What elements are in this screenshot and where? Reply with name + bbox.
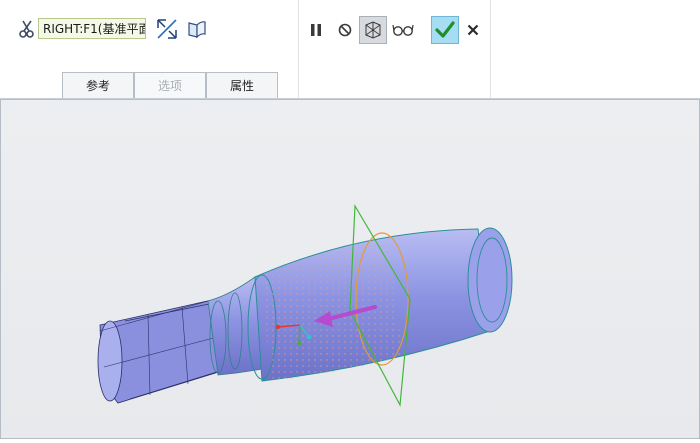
tab-properties[interactable]: 属性: [206, 72, 278, 98]
verify-glasses-icon[interactable]: [391, 18, 415, 42]
close-icon: [467, 24, 479, 36]
separator: [298, 0, 299, 98]
scissors-icon[interactable]: [17, 18, 37, 40]
tab-options: 选项: [134, 72, 206, 98]
no-preview-icon[interactable]: [335, 20, 355, 40]
confirm-button[interactable]: [431, 16, 459, 44]
feature-dashboard: RIGHT:F1(基准平面) 参考 选项 属性: [0, 0, 700, 99]
checkmark-icon: [435, 21, 455, 38]
open-book-icon[interactable]: [185, 17, 209, 41]
separator: [490, 0, 491, 98]
geometry-preview-icon[interactable]: [359, 16, 387, 44]
flip-direction-icon[interactable]: [154, 16, 180, 42]
pause-icon[interactable]: [306, 20, 326, 40]
tab-references[interactable]: 参考: [62, 72, 134, 98]
viewport-border: [0, 99, 700, 439]
reference-collector-field[interactable]: RIGHT:F1(基准平面): [38, 18, 146, 39]
cancel-button[interactable]: [463, 20, 483, 40]
